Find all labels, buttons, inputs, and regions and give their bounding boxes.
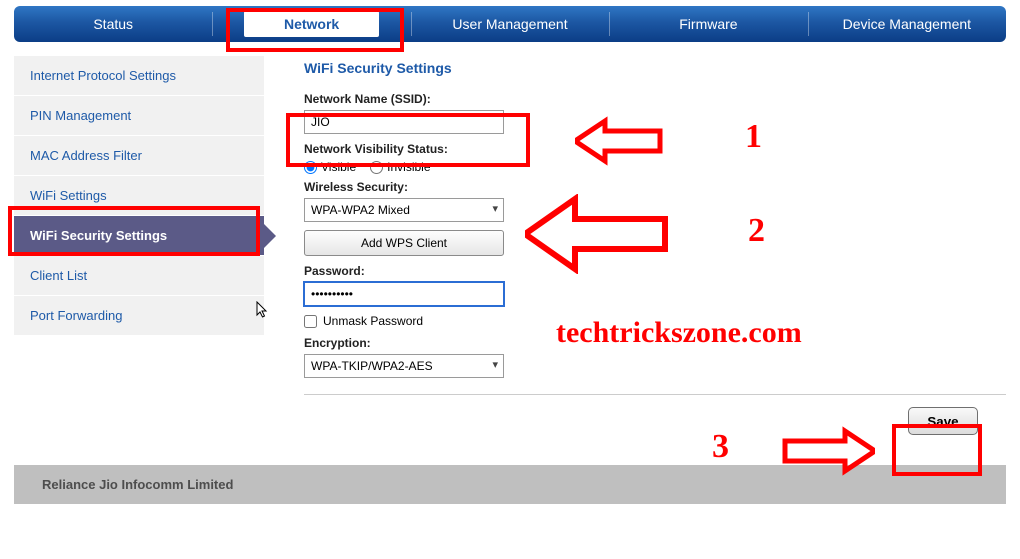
sidebar-item-wifi-settings[interactable]: WiFi Settings xyxy=(14,176,264,216)
tab-device-management[interactable]: Device Management xyxy=(808,6,1006,42)
visibility-label: Network Visibility Status: xyxy=(304,142,1006,156)
add-wps-client-button[interactable]: Add WPS Client xyxy=(304,230,504,256)
unmask-password-checkbox[interactable] xyxy=(304,315,317,328)
tab-status[interactable]: Status xyxy=(14,6,212,42)
sidebar-item-internet-protocol[interactable]: Internet Protocol Settings xyxy=(14,56,264,96)
save-button[interactable]: Save xyxy=(908,407,978,435)
divider xyxy=(304,394,1006,395)
security-label: Wireless Security: xyxy=(304,180,1006,194)
sidebar-item-wifi-security[interactable]: WiFi Security Settings xyxy=(14,216,264,256)
top-nav: Status Network User Management Firmware … xyxy=(14,6,1006,42)
main-panel: WiFi Security Settings Network Name (SSI… xyxy=(264,56,1006,435)
sidebar-item-pin-management[interactable]: PIN Management xyxy=(14,96,264,136)
tab-firmware[interactable]: Firmware xyxy=(609,6,807,42)
sidebar: Internet Protocol Settings PIN Managemen… xyxy=(14,56,264,435)
ssid-input[interactable] xyxy=(304,110,504,134)
page-title: WiFi Security Settings xyxy=(304,60,1006,76)
footer: Reliance Jio Infocomm Limited xyxy=(14,465,1006,504)
tab-user-management[interactable]: User Management xyxy=(411,6,609,42)
tab-network[interactable]: Network xyxy=(212,6,410,42)
encryption-label: Encryption: xyxy=(304,336,1006,350)
password-label: Password: xyxy=(304,264,1006,278)
encryption-select[interactable]: WPA-TKIP/WPA2-AES xyxy=(304,354,504,378)
visibility-visible-radio[interactable] xyxy=(304,161,317,174)
visibility-visible-option[interactable]: Visible xyxy=(304,160,356,174)
password-input[interactable] xyxy=(304,282,504,306)
ssid-label: Network Name (SSID): xyxy=(304,92,1006,106)
sidebar-item-port-forwarding[interactable]: Port Forwarding xyxy=(14,296,264,336)
security-select[interactable]: WPA-WPA2 Mixed xyxy=(304,198,504,222)
visibility-invisible-option[interactable]: Invisible xyxy=(370,160,430,174)
visibility-invisible-radio[interactable] xyxy=(370,161,383,174)
unmask-password-label: Unmask Password xyxy=(323,314,423,328)
sidebar-item-client-list[interactable]: Client List xyxy=(14,256,264,296)
sidebar-item-mac-filter[interactable]: MAC Address Filter xyxy=(14,136,264,176)
